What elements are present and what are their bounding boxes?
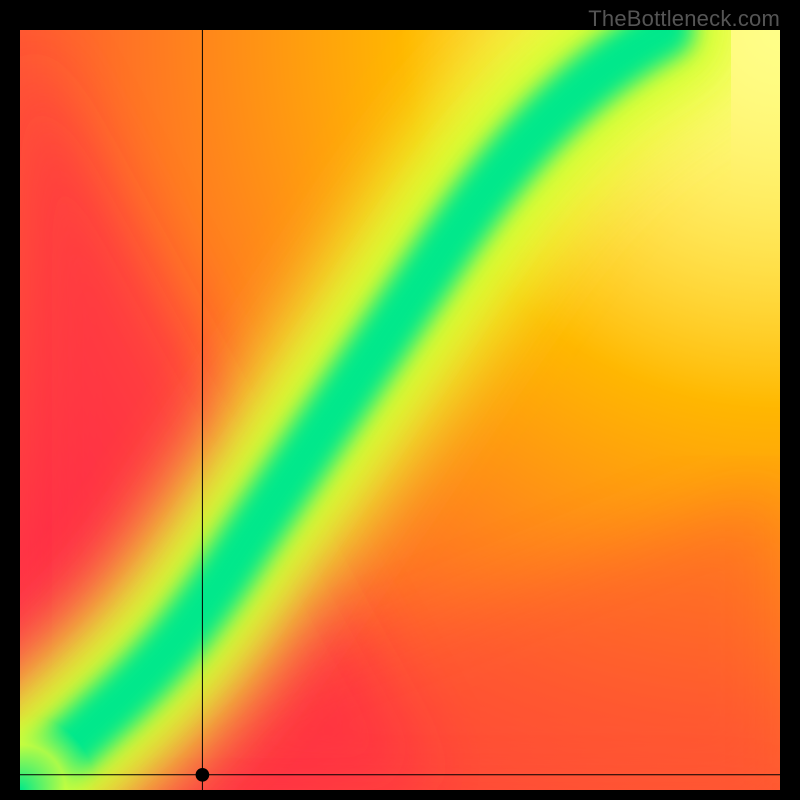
heatmap-plot <box>20 30 780 790</box>
chart-container: TheBottleneck.com <box>0 0 800 800</box>
marker-point <box>196 768 210 782</box>
origin-green <box>20 30 780 790</box>
watermark-text: TheBottleneck.com <box>588 6 780 32</box>
